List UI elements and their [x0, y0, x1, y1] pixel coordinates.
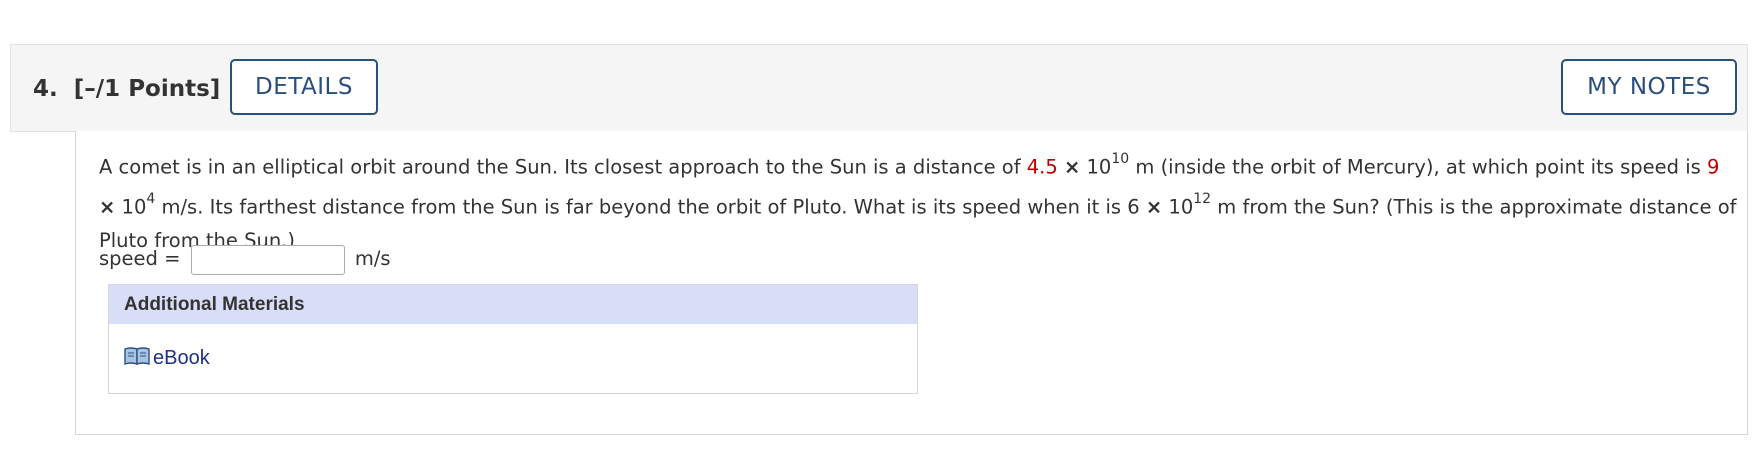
times-symbol: × — [1063, 155, 1081, 179]
power-base: 10 — [115, 195, 147, 218]
additional-materials-title: Additional Materials — [109, 285, 917, 324]
speed-unit: m/s — [354, 247, 391, 270]
speed-value: 9 — [1706, 155, 1720, 179]
question-number: 4. — [33, 76, 58, 102]
times-symbol: × — [1145, 195, 1163, 218]
answer-row: speed = m/s — [99, 242, 391, 276]
power-base: 10 — [1080, 155, 1112, 179]
ebook-label: eBook — [153, 347, 210, 369]
details-button[interactable]: DETAILS — [230, 59, 378, 115]
speed-label: speed = — [99, 247, 181, 270]
power-base: 10 — [1162, 195, 1194, 218]
my-notes-button[interactable]: MY NOTES — [1561, 59, 1737, 115]
times-symbol: × — [99, 195, 116, 218]
question-header: 4. [–/1 Points] DETAILS MY NOTES — [10, 44, 1748, 132]
question-points: [–/1 Points] — [73, 76, 221, 102]
question-title: 4. [–/1 Points] — [33, 45, 220, 133]
prompt-text-2: m (inside the orbit of Mercury), at whic… — [1129, 155, 1707, 179]
closest-distance-value: 4.5 — [1026, 155, 1058, 179]
additional-materials-panel: Additional Materials eBook — [108, 284, 918, 394]
question-body: A comet is in an elliptical orbit around… — [75, 131, 1748, 435]
prompt-text-1: A comet is in an elliptical orbit around… — [99, 155, 1027, 179]
exponent: 12 — [1193, 190, 1212, 207]
ebook-link[interactable]: eBook — [124, 345, 210, 371]
exponent: 10 — [1111, 151, 1130, 167]
exponent: 4 — [146, 190, 156, 207]
speed-input[interactable] — [190, 244, 345, 275]
book-icon — [124, 347, 150, 365]
prompt-text-3: m/s. Its farthest distance from the Sun … — [155, 195, 1146, 218]
